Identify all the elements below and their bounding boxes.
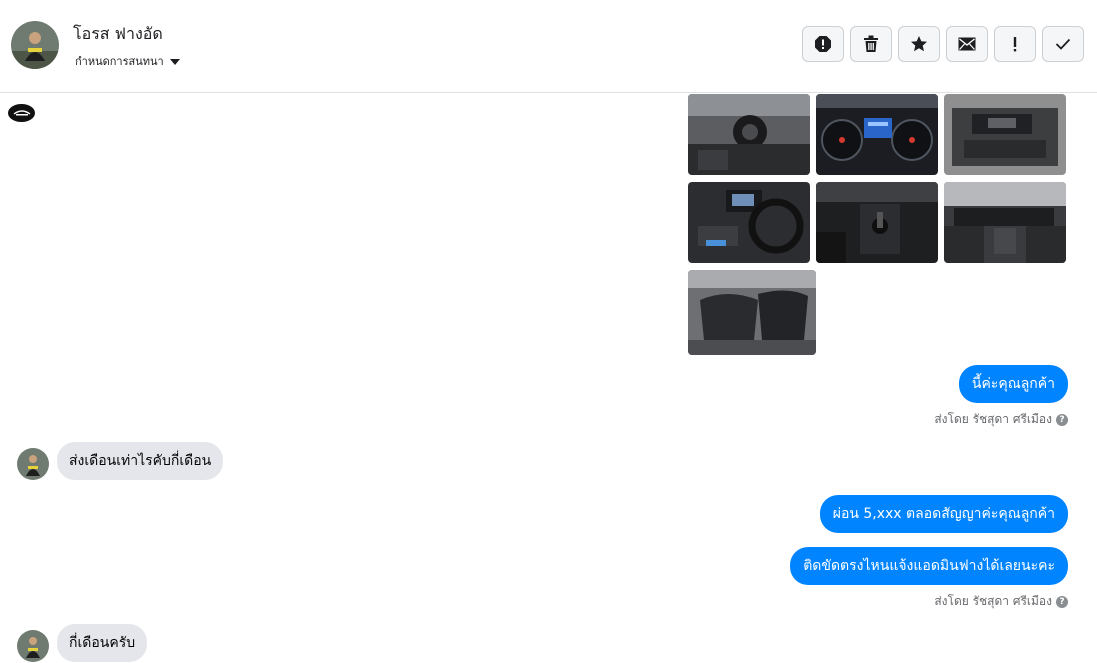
sent-by-text: ส่งโดย รัชสุดา ศรีเมือง	[934, 412, 1052, 426]
sender-avatar[interactable]	[17, 630, 49, 662]
outgoing-message[interactable]: นี้ค่ะคุณลูกค้า	[958, 365, 1068, 403]
conversation-toolbar	[802, 26, 1084, 62]
outgoing-message[interactable]: ติดขัดตรงไหนแจ้งแอดมินฟางได้เลยนะคะ	[790, 547, 1068, 585]
caret-down-icon	[169, 58, 180, 65]
mark-important-button[interactable]	[994, 26, 1036, 62]
check-icon	[1055, 38, 1071, 50]
car-photo[interactable]	[688, 182, 810, 263]
question-icon[interactable]: ?	[1056, 595, 1068, 608]
conversation-header: โอรส ฟางอัด กำหนดการสนทนา	[0, 0, 1097, 93]
mark-spam-button[interactable]	[802, 26, 844, 62]
sender-avatar[interactable]	[17, 448, 49, 480]
incoming-message[interactable]: กี่เดือนครับ	[57, 624, 148, 662]
delete-button[interactable]	[850, 26, 892, 62]
spam-icon	[815, 36, 831, 52]
contact-avatar[interactable]	[11, 21, 59, 69]
assign-conversation-dropdown[interactable]: กำหนดการสนทนา	[75, 52, 180, 70]
car-photo[interactable]	[944, 94, 1066, 175]
question-icon[interactable]: ?	[1056, 413, 1068, 426]
incoming-message[interactable]: ส่งเดือนเท่าไรคับกี่เดือน	[57, 442, 224, 480]
outgoing-message[interactable]: ผ่อน 5,xxx ตลอดสัญญาค่ะคุณลูกค้า	[819, 495, 1068, 533]
star-icon	[911, 36, 927, 52]
exclamation-icon	[1013, 37, 1017, 52]
mark-done-button[interactable]	[1042, 26, 1084, 62]
car-photo[interactable]	[688, 94, 810, 175]
contact-name[interactable]: โอรส ฟางอัด	[73, 22, 163, 47]
sent-by-label: ส่งโดย รัชสุดา ศรีเมือง ?	[934, 592, 1068, 611]
mark-unread-button[interactable]	[946, 26, 988, 62]
sent-by-text: ส่งโดย รัชสุดา ศรีเมือง	[934, 594, 1052, 608]
sent-by-label: ส่งโดย รัชสุดา ศรีเมือง ?	[934, 410, 1068, 429]
trash-icon	[864, 35, 878, 52]
page-logo	[8, 104, 35, 122]
car-photo[interactable]	[816, 182, 938, 263]
envelope-icon	[958, 37, 976, 51]
car-photo[interactable]	[688, 270, 816, 355]
star-button[interactable]	[898, 26, 940, 62]
car-photo[interactable]	[944, 182, 1066, 263]
assign-label: กำหนดการสนทนา	[75, 55, 164, 68]
car-photo[interactable]	[816, 94, 938, 175]
